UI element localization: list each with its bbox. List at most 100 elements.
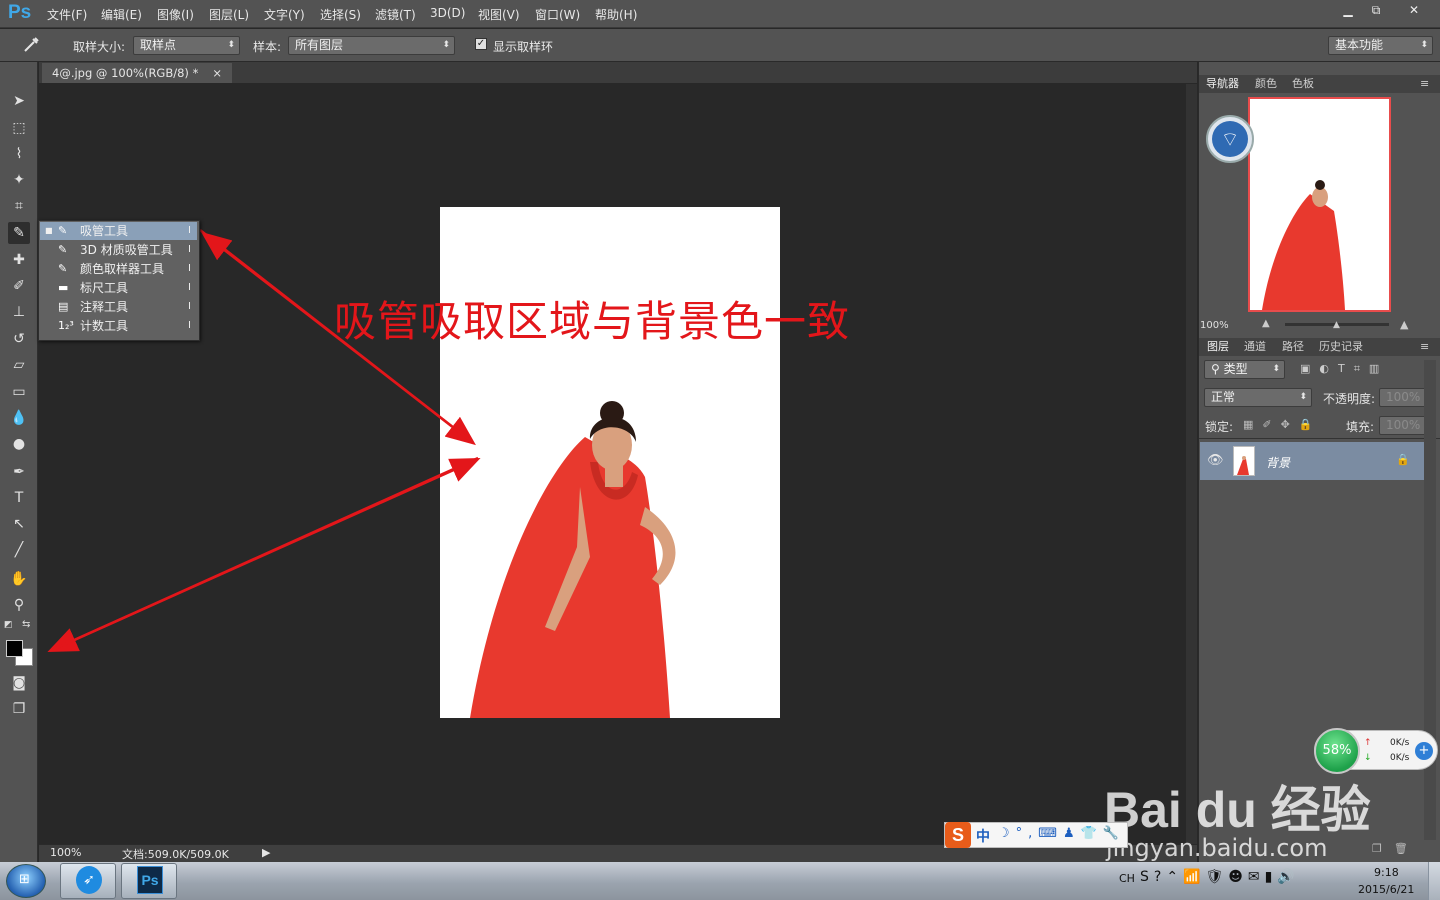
eyedropper-icon[interactable] (22, 36, 42, 54)
flyout-item-ruler[interactable]: ▬ 标尺工具 I (40, 279, 197, 297)
eyedropper-tool-icon[interactable]: ✎ (8, 222, 30, 244)
close-button[interactable]: ✕ (1390, 1, 1438, 19)
healing-brush-tool-icon[interactable]: ✚ (8, 249, 30, 271)
menu-layer[interactable]: 图层(L) (209, 6, 249, 23)
tab-history[interactable]: 历史记录 (1319, 338, 1363, 356)
menu-view[interactable]: 视图(V) (478, 6, 520, 23)
layer-filter-icons[interactable]: ▣◐T⌗▥ (1300, 362, 1388, 376)
tab-swatches[interactable]: 色板 (1292, 75, 1314, 93)
restore-button[interactable]: ⧉ (1362, 1, 1390, 19)
gradient-tool-icon[interactable]: ▭ (8, 381, 30, 403)
flyout-item-3d-eyedropper[interactable]: ✎ 3D 材质吸管工具 I (40, 241, 197, 259)
status-zoom[interactable]: 100% (50, 846, 81, 859)
sample-size-label: 取样大小: (73, 40, 126, 54)
fill-value: 100% (1386, 418, 1421, 432)
lock-icons[interactable]: ▦✐✥🔒 (1243, 418, 1322, 431)
tab-color[interactable]: 颜色 (1255, 75, 1277, 93)
zoom-in-icon[interactable]: ▲ (1400, 318, 1408, 331)
foreground-color-swatch[interactable] (6, 640, 23, 657)
layer-action-icons[interactable]: ❐🗑 (1372, 842, 1420, 855)
eraser-tool-icon[interactable]: ▱ (8, 354, 30, 376)
pen-tool-icon[interactable]: ✒ (8, 461, 30, 483)
menu-image[interactable]: 图像(I) (157, 6, 194, 23)
menu-window[interactable]: 窗口(W) (535, 6, 580, 23)
flyout-item-count[interactable]: 1₂³ 计数工具 I (40, 317, 197, 335)
marquee-tool-icon[interactable]: ⬚ (8, 117, 30, 139)
type-tool-icon[interactable]: T (8, 487, 30, 509)
browser-icon: ➶ (76, 866, 102, 894)
slider-handle[interactable]: ▲ (1333, 320, 1340, 330)
default-colors-icon[interactable]: ◩ (4, 620, 16, 630)
menu-help[interactable]: 帮助(H) (595, 6, 637, 23)
magic-wand-tool-icon[interactable]: ✦ (8, 169, 30, 191)
flyout-item-note[interactable]: ▤ 注释工具 I (40, 298, 197, 316)
vertical-scrollbar[interactable] (1186, 84, 1197, 844)
baidu-watermark-url: jingyan.baidu.com (1106, 834, 1328, 862)
note-icon: ▤ (58, 300, 69, 313)
menu-select[interactable]: 选择(S) (320, 6, 361, 23)
menu-type[interactable]: 文字(Y) (264, 6, 305, 23)
minimize-button[interactable]: ▁ (1334, 1, 1362, 19)
move-tool-icon[interactable]: ➤ (8, 90, 30, 112)
menu-filter[interactable]: 滤镜(T) (375, 6, 416, 23)
document-tab[interactable]: 4@.jpg @ 100%(RGB/8) * × (42, 63, 232, 83)
screen-mode-icon[interactable]: ❐ (8, 698, 30, 720)
workspace-select[interactable]: 基本功能 ⬍ (1328, 36, 1433, 55)
brush-tool-icon[interactable]: ✐ (8, 275, 30, 297)
show-desktop-button[interactable] (1428, 862, 1440, 900)
history-brush-tool-icon[interactable]: ↺ (8, 328, 30, 350)
navigator-zoom-value[interactable]: 100% (1200, 320, 1229, 331)
panel-menu-icon[interactable]: ≡ (1420, 338, 1429, 356)
tab-close-icon[interactable]: × (212, 66, 222, 80)
menu-edit[interactable]: 编辑(E) (101, 6, 142, 23)
upload-arrow-icon: ↑ (1364, 738, 1372, 748)
navigator-thumbnail-image (1262, 180, 1345, 310)
line-tool-icon[interactable]: ╱ (8, 539, 30, 561)
layer-thumbnail[interactable] (1233, 446, 1255, 476)
quick-mask-icon[interactable]: ◙ (8, 672, 30, 694)
sample-size-select[interactable]: 取样点 ⬍ (133, 36, 240, 55)
status-menu-arrow-icon[interactable]: ▶ (262, 846, 270, 859)
blur-tool-icon[interactable]: 💧 (8, 407, 30, 429)
tab-paths[interactable]: 路径 (1282, 338, 1304, 356)
zoom-out-icon[interactable]: ▲ (1262, 318, 1270, 329)
flyout-item-color-sampler[interactable]: ✎ 颜色取样器工具 I (40, 260, 197, 278)
crop-tool-icon[interactable]: ⌗ (8, 195, 30, 217)
path-selection-tool-icon[interactable]: ↖ (8, 513, 30, 535)
blend-mode-select[interactable]: 正常 ⬍ (1204, 388, 1312, 407)
hand-tool-icon[interactable]: ✋ (8, 568, 30, 590)
workspace-value: 基本功能 (1335, 38, 1384, 52)
clock-date[interactable]: 2015/6/21 (1358, 883, 1414, 896)
document-image[interactable] (440, 207, 780, 718)
tab-channels[interactable]: 通道 (1244, 338, 1266, 356)
select-arrow-icon: ⬍ (1420, 40, 1428, 50)
sogou-logo-icon[interactable]: S (945, 822, 971, 848)
net-meter-percent[interactable]: 58% (1314, 728, 1360, 774)
panel-menu-icon[interactable]: ≡ (1420, 75, 1429, 93)
dodge-tool-icon[interactable]: ● (8, 433, 30, 455)
flyout-item-eyedropper[interactable]: ■ ✎ 吸管工具 I (40, 222, 197, 240)
sample-select[interactable]: 所有图层 ⬍ (288, 36, 455, 55)
stamp-tool-icon[interactable]: ⊥ (8, 301, 30, 323)
tab-navigator[interactable]: 导航器 (1206, 75, 1239, 93)
menu-file[interactable]: 文件(F) (47, 6, 87, 23)
layer-name[interactable]: 背景 (1266, 454, 1290, 471)
language-indicator[interactable]: CH (1119, 872, 1135, 885)
lasso-tool-icon[interactable]: ⌇ (8, 143, 30, 165)
layer-filter-select[interactable]: ⚲ 类型 ⬍ (1204, 360, 1285, 379)
opacity-label: 不透明度: (1323, 392, 1376, 406)
show-ring-checkbox[interactable]: ✓ (475, 38, 487, 50)
tab-layers[interactable]: 图层 (1207, 338, 1229, 356)
zoom-tool-icon[interactable]: ⚲ (8, 594, 30, 616)
ime-tool-icons[interactable]: ☽°,⌨♟👕🔧 (998, 826, 1125, 841)
menu-3d[interactable]: 3D(D) (430, 6, 465, 20)
eye-icon[interactable]: 👁 (1207, 453, 1224, 468)
eyedropper-icon: ✎ (58, 224, 68, 237)
navigator-preview[interactable] (1248, 97, 1391, 312)
tray-icons[interactable]: S?⌃📶🛡☻✉▮🔊 (1140, 869, 1300, 885)
wifi-widget[interactable]: ⌔ (1206, 115, 1254, 163)
ime-mode[interactable]: 中 (976, 826, 990, 846)
clock-time[interactable]: 9:18 (1374, 866, 1399, 879)
swap-colors-icon[interactable]: ⇆ (22, 619, 34, 630)
add-icon[interactable]: + (1415, 742, 1433, 760)
